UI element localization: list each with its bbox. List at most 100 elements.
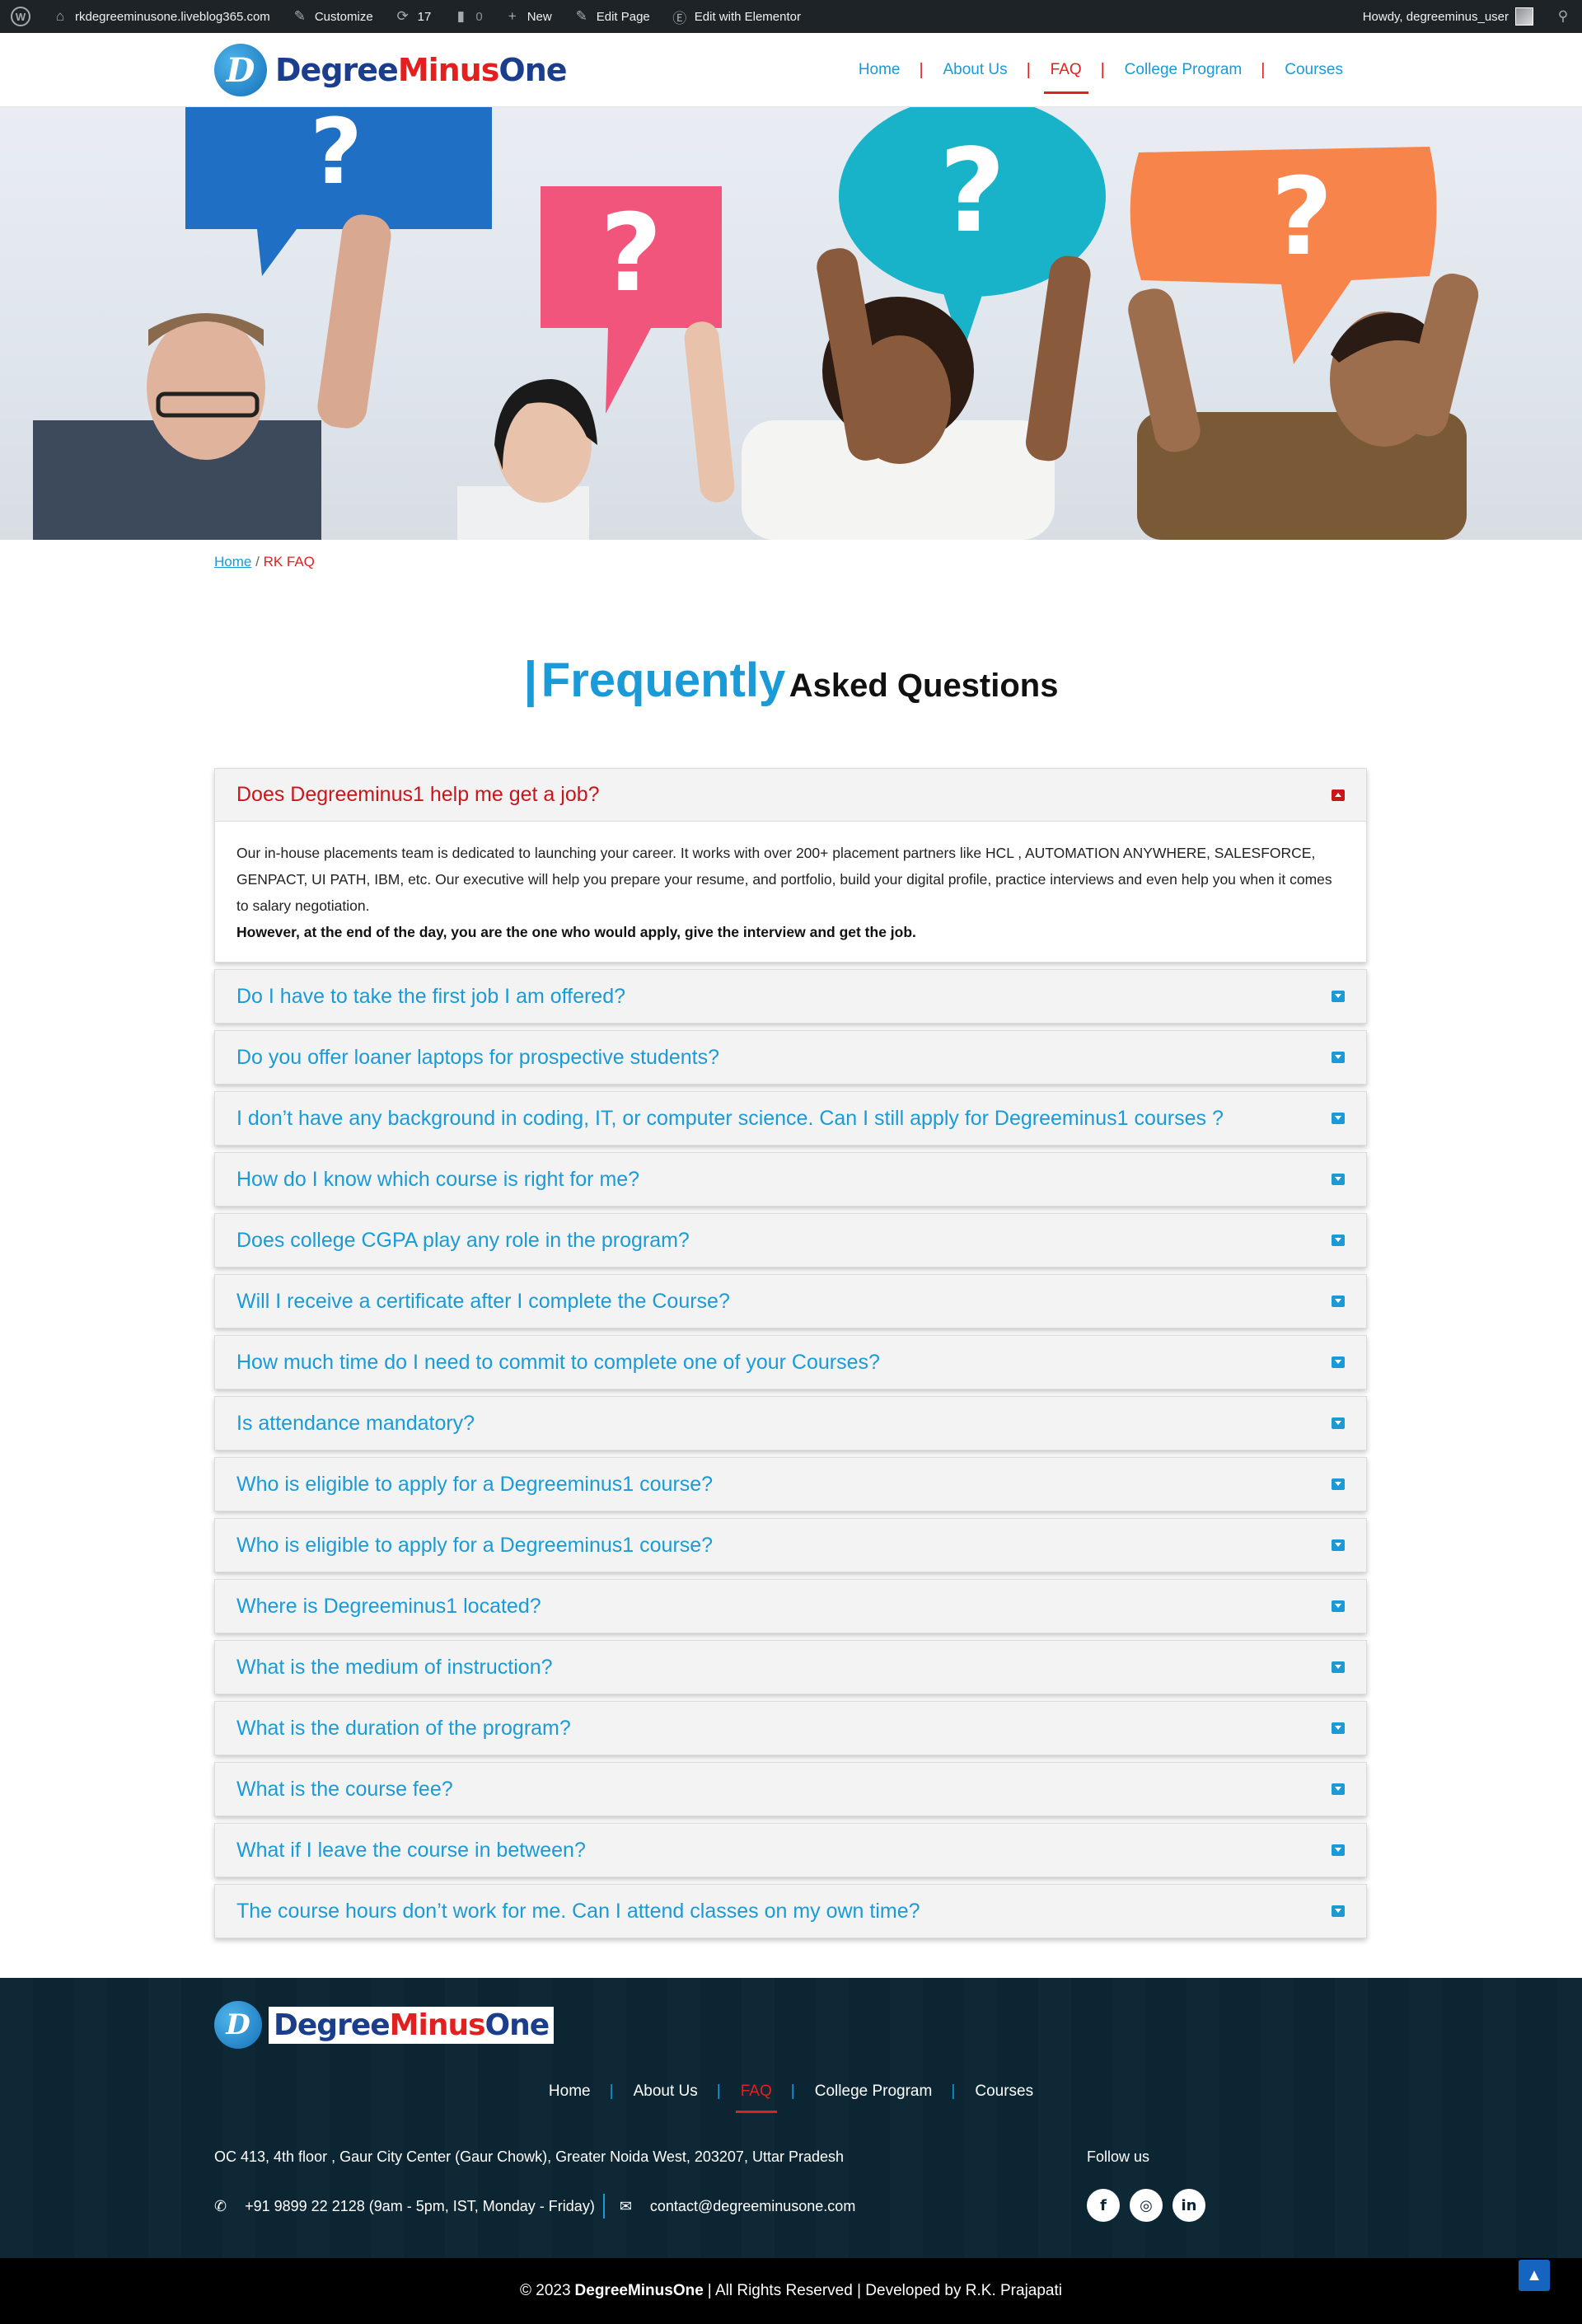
footer-address: OC 413, 4th floor , Gaur City Center (Ga… — [214, 2148, 844, 2165]
admin-search-button[interactable]: ⚲ — [1544, 0, 1582, 33]
site-footer: D DegreeMinusOne Home About Us FAQ Colle… — [0, 1978, 1582, 2258]
breadcrumb-home-link[interactable]: Home — [214, 554, 251, 569]
faq-question: Where is Degreeminus1 located? — [236, 1594, 541, 1618]
faq-question: The course hours don’t work for me. Can … — [236, 1899, 920, 1923]
caret-down-icon — [1332, 1478, 1345, 1490]
site-name-link[interactable]: ⌂ rkdegreeminusone.liveblog365.com — [41, 0, 281, 33]
faq-question-toggle[interactable]: Where is Degreeminus1 located? — [215, 1580, 1366, 1633]
svg-text:?: ? — [1271, 154, 1332, 279]
caret-down-icon — [1332, 1296, 1345, 1307]
breadcrumb: Home / RK FAQ — [214, 554, 315, 570]
faq-question-toggle[interactable]: Is attendance mandatory? — [215, 1397, 1366, 1450]
faq-question: Who is eligible to apply for a Degreemin… — [236, 1472, 714, 1496]
customize-link[interactable]: ✎ Customize — [281, 0, 384, 33]
site-logo[interactable]: D DegreeMinusOne — [214, 44, 568, 96]
faq-question-toggle[interactable]: Do I have to take the first job I am off… — [215, 970, 1366, 1023]
hero-illustration: ? ? ? ? — [33, 107, 1479, 540]
faq-question-toggle[interactable]: How much time do I need to commit to com… — [215, 1336, 1366, 1389]
footer-logo[interactable]: D DegreeMinusOne — [214, 2001, 555, 2049]
instagram-icon[interactable]: ◎ — [1130, 2189, 1163, 2222]
footer-nav-about-us[interactable]: About Us — [610, 2075, 719, 2108]
avatar — [1515, 7, 1533, 26]
comments-link[interactable]: ▮ 0 — [442, 0, 493, 33]
site-header: D DegreeMinusOne Home About Us FAQ Colle… — [0, 33, 1582, 107]
faq-question: How much time do I need to commit to com… — [236, 1350, 880, 1374]
copyright-rights: | All Rights Reserved | Developed by R.K… — [707, 2282, 1062, 2299]
footer-nav-faq[interactable]: FAQ — [717, 2075, 793, 2113]
nav-about-us[interactable]: About Us — [919, 33, 1029, 107]
caret-down-icon — [1332, 1174, 1345, 1185]
wordpress-icon: W — [11, 7, 30, 26]
footer-phone[interactable]: +91 9899 22 2128 (9am - 5pm, IST, Monday… — [245, 2198, 595, 2215]
logo-mark-icon: D — [214, 44, 267, 96]
caret-down-icon — [1332, 1539, 1345, 1551]
faq-question-toggle[interactable]: Does Degreeminus1 help me get a job? — [215, 769, 1366, 822]
faq-question-toggle[interactable]: What is the duration of the program? — [215, 1702, 1366, 1755]
nav-courses[interactable]: Courses — [1261, 33, 1364, 107]
comment-icon: ▮ — [456, 8, 466, 24]
footer-nav-home[interactable]: Home — [527, 2075, 612, 2108]
caret-up-icon — [1332, 789, 1345, 801]
linkedin-icon[interactable]: in — [1172, 2189, 1205, 2222]
elementor-icon: Ⓔ — [672, 10, 687, 26]
faq-accordion: Does Degreeminus1 help me get a job? Our… — [214, 768, 1367, 1945]
faq-question-toggle[interactable]: How do I know which course is right for … — [215, 1153, 1366, 1206]
faq-question: Does college CGPA play any role in the p… — [236, 1228, 690, 1252]
account-menu[interactable]: Howdy, degreeminus_user — [1352, 0, 1544, 33]
faq-item: What is the course fee? — [214, 1762, 1367, 1816]
footer-email[interactable]: contact@degreeminusone.com — [650, 2198, 855, 2215]
faq-question-toggle[interactable]: The course hours don’t work for me. Can … — [215, 1885, 1366, 1937]
svg-text:?: ? — [310, 107, 363, 204]
footer-logo-mark-icon: D — [214, 2001, 262, 2049]
faq-question-toggle[interactable]: What if I leave the course in between? — [215, 1824, 1366, 1877]
faq-item: How much time do I need to commit to com… — [214, 1335, 1367, 1389]
faq-item: Who is eligible to apply for a Degreemin… — [214, 1518, 1367, 1572]
faq-question-toggle[interactable]: What is the course fee? — [215, 1763, 1366, 1816]
faq-question-toggle[interactable]: Do you offer loaner laptops for prospect… — [215, 1031, 1366, 1084]
faq-item: Do I have to take the first job I am off… — [214, 969, 1367, 1024]
edit-page-link[interactable]: ✎ Edit Page — [563, 0, 661, 33]
faq-question-toggle[interactable]: What is the medium of instruction? — [215, 1641, 1366, 1694]
copyright-year: © 2023 — [519, 2282, 571, 2299]
faq-question: Do I have to take the first job I am off… — [236, 984, 626, 1008]
faq-question: How do I know which course is right for … — [236, 1167, 640, 1191]
arrow-up-icon: ▲ — [1526, 2265, 1542, 2284]
faq-item: Is attendance mandatory? — [214, 1396, 1367, 1450]
caret-down-icon — [1332, 1783, 1345, 1795]
footer-nav-college-program[interactable]: College Program — [791, 2075, 954, 2108]
facebook-icon[interactable]: f — [1087, 2189, 1120, 2222]
faq-question-toggle[interactable]: Who is eligible to apply for a Degreemin… — [215, 1458, 1366, 1511]
wordpress-logo-button[interactable]: W — [0, 0, 41, 33]
faq-answer: Our in-house placements team is dedicate… — [215, 822, 1366, 962]
caret-down-icon — [1332, 991, 1345, 1002]
faq-item: Will I receive a certificate after I com… — [214, 1274, 1367, 1328]
faq-question-toggle[interactable]: Who is eligible to apply for a Degreemin… — [215, 1519, 1366, 1572]
faq-answer-bold: However, at the end of the day, you are … — [236, 924, 916, 940]
envelope-icon: ✉ — [619, 2197, 632, 2214]
faq-question-toggle[interactable]: I don’t have any background in coding, I… — [215, 1092, 1366, 1145]
updates-link[interactable]: ⟳ 17 — [384, 0, 442, 33]
nav-home[interactable]: Home — [837, 33, 922, 107]
brush-icon: ✎ — [293, 8, 306, 24]
new-content-link[interactable]: + New — [494, 0, 563, 33]
faq-question: Is attendance mandatory? — [236, 1411, 475, 1435]
caret-down-icon — [1332, 1722, 1345, 1734]
caret-down-icon — [1332, 1235, 1345, 1246]
caret-down-icon — [1332, 1844, 1345, 1856]
faq-question-toggle[interactable]: Does college CGPA play any role in the p… — [215, 1214, 1366, 1267]
faq-item: I don’t have any background in coding, I… — [214, 1091, 1367, 1146]
scroll-to-top-button[interactable]: ▲ — [1519, 2260, 1550, 2291]
faq-item: What if I leave the course in between? — [214, 1823, 1367, 1877]
search-icon: ⚲ — [1557, 8, 1569, 24]
logo-text: DegreeMinusOne — [275, 52, 568, 88]
phone-icon: ✆ — [214, 2197, 227, 2214]
faq-question: Who is eligible to apply for a Degreemin… — [236, 1533, 714, 1557]
nav-college-program[interactable]: College Program — [1101, 33, 1264, 107]
footer-nav-courses[interactable]: Courses — [951, 2075, 1055, 2108]
edit-elementor-link[interactable]: Ⓔ Edit with Elementor — [661, 0, 812, 33]
wp-admin-bar: W ⌂ rkdegreeminusone.liveblog365.com ✎ Cus… — [0, 0, 1582, 33]
nav-faq[interactable]: FAQ — [1027, 33, 1103, 107]
page-title: | Frequently Asked Questions — [0, 651, 1582, 708]
faq-question-toggle[interactable]: Will I receive a certificate after I com… — [215, 1275, 1366, 1328]
faq-item-open: Does Degreeminus1 help me get a job? Our… — [214, 768, 1367, 963]
